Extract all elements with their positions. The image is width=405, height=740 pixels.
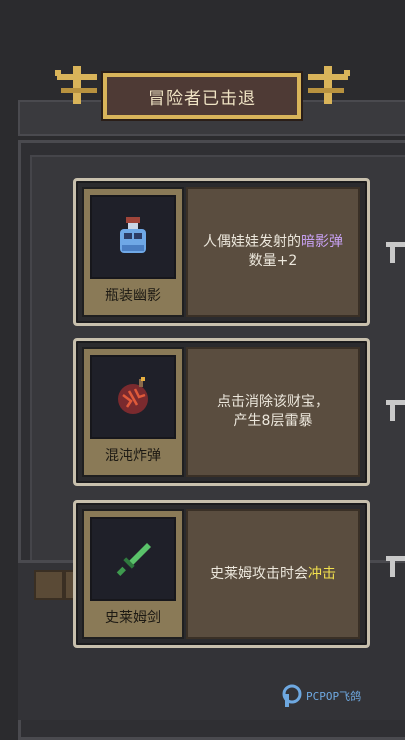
desc-text-end: 数量+2	[248, 253, 298, 269]
watermark-text: PCPOP飞鸽	[306, 690, 362, 703]
desc-highlight: 暗影弹	[301, 234, 343, 250]
reward-card-3[interactable]: 史莱姆剑 史莱姆攻击时会冲击	[73, 500, 370, 648]
side-marker-icon	[386, 400, 405, 421]
side-marker-icon	[386, 556, 405, 577]
item-icon-box	[90, 195, 176, 279]
item-icon-box	[90, 355, 176, 439]
slime-sword-icon	[116, 543, 151, 576]
banner-left-ornament-icon	[55, 66, 97, 104]
banner-title: 冒险者已击退	[148, 88, 256, 109]
bottled-shadow-icon	[120, 217, 146, 253]
desc-text: 人偶娃娃发射的	[203, 234, 301, 250]
desc-text: 史莱姆攻击时会	[210, 565, 308, 582]
item-panel: 史莱姆剑	[82, 509, 184, 639]
banner-right-ornament-icon	[308, 66, 350, 104]
item-panel: 混沌炸弹	[82, 347, 184, 477]
item-icon-box	[90, 517, 176, 601]
reward-card-1[interactable]: 瓶装幽影 人偶娃娃发射的暗影弹数量+2	[73, 178, 370, 326]
watermark: PCPOP飞鸽	[282, 684, 361, 708]
chaos-bomb-icon	[118, 377, 148, 414]
item-panel: 瓶装幽影	[82, 187, 184, 317]
item-name: 史莱姆剑	[105, 610, 161, 626]
desc-highlight: 冲击	[308, 565, 336, 582]
background-tab-1	[34, 570, 64, 600]
item-name: 瓶装幽影	[105, 288, 161, 304]
item-name: 混沌炸弹	[105, 448, 161, 464]
side-marker-icon	[386, 242, 405, 263]
item-description: 史莱姆攻击时会冲击	[186, 509, 360, 639]
item-description: 点击消除该财宝，产生8层雷暴	[186, 347, 360, 477]
item-description: 人偶娃娃发射的暗影弹数量+2	[186, 187, 360, 317]
title-banner: 冒险者已击退	[103, 73, 301, 119]
reward-card-2[interactable]: 混沌炸弹 点击消除该财宝，产生8层雷暴	[73, 338, 370, 486]
watermark-logo-icon	[282, 684, 302, 707]
desc-text: 点击消除该财宝，产生8层雷暴	[217, 394, 329, 429]
